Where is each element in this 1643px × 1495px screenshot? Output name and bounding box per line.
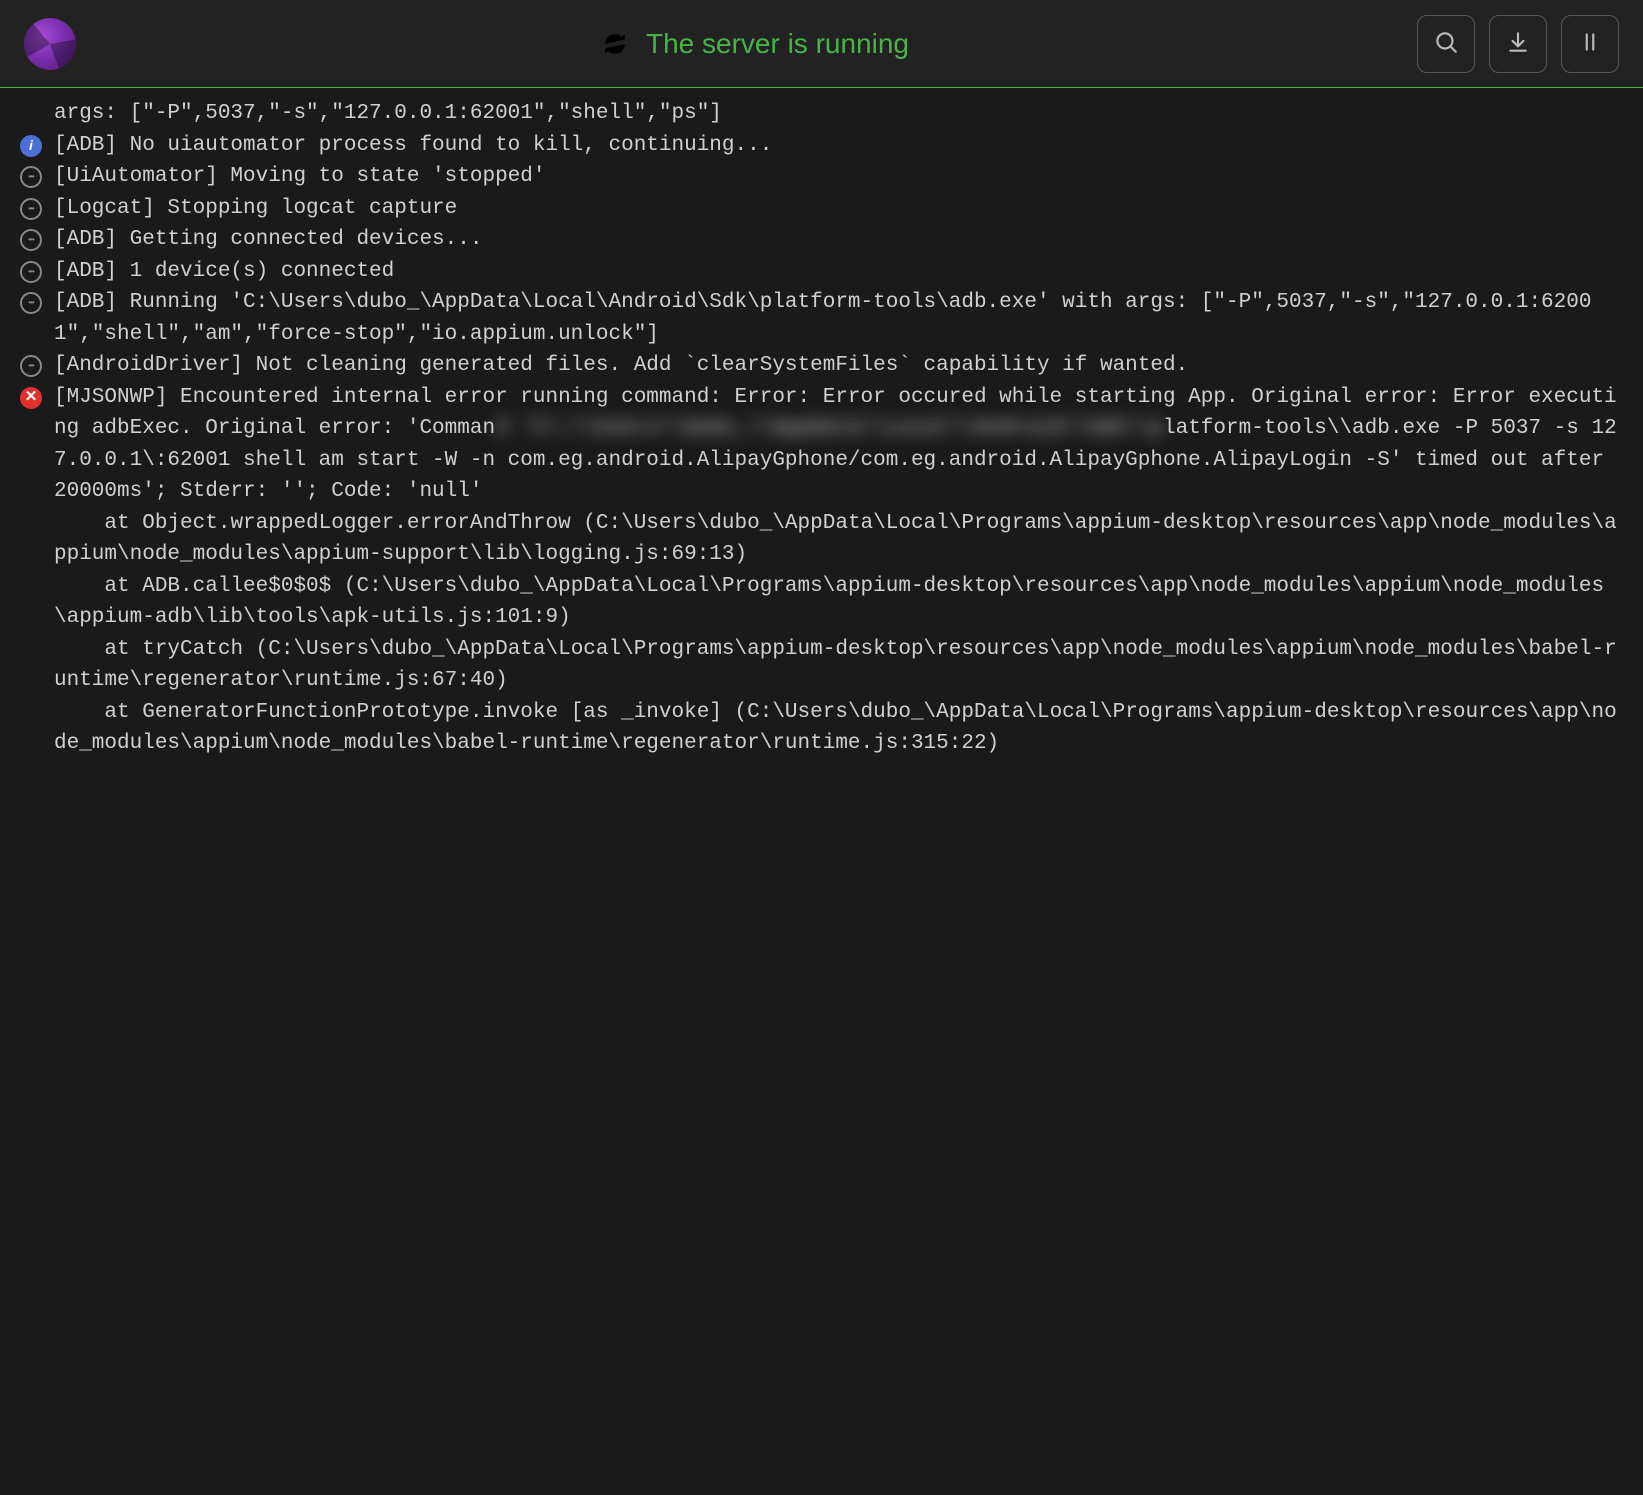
log-line: [Logcat] Stopping logcat capture bbox=[20, 193, 1623, 225]
status-area: The server is running bbox=[94, 23, 1417, 65]
download-icon bbox=[1505, 29, 1531, 58]
log-message: [Logcat] Stopping logcat capture bbox=[54, 193, 1623, 225]
log-line: i [ADB] No uiautomator process found to k… bbox=[20, 130, 1623, 162]
log-panel[interactable]: args: ["-P",5037,"-s","127.0.0.1:62001",… bbox=[0, 88, 1643, 1495]
logo-slot bbox=[24, 18, 94, 70]
none-badge-icon bbox=[20, 103, 42, 125]
log-line: args: ["-P",5037,"-s","127.0.0.1:62001",… bbox=[20, 98, 1623, 130]
log-line: [AndroidDriver] Not cleaning generated f… bbox=[20, 350, 1623, 382]
log-message: [ADB] Running 'C:\Users\dubo_\AppData\Lo… bbox=[54, 287, 1623, 350]
log-line: [UiAutomator] Moving to state 'stopped' bbox=[20, 161, 1623, 193]
debug-badge-icon bbox=[20, 166, 42, 188]
debug-badge-icon bbox=[20, 261, 42, 283]
redacted-text: d 'C\:\\Users\\dubo_\\AppData\\Local\\An… bbox=[495, 417, 1163, 440]
log-message: [AndroidDriver] Not cleaning generated f… bbox=[54, 350, 1623, 382]
app-window: The server is running args: ["-P",5037,"… bbox=[0, 0, 1643, 1495]
header-actions bbox=[1417, 15, 1619, 73]
debug-badge-icon bbox=[20, 198, 42, 220]
log-line: [ADB] Running 'C:\Users\dubo_\AppData\Lo… bbox=[20, 287, 1623, 350]
refresh-icon bbox=[602, 31, 628, 57]
log-message: [ADB] 1 device(s) connected bbox=[54, 256, 1623, 288]
log-message: [UiAutomator] Moving to state 'stopped' bbox=[54, 161, 1623, 193]
header-bar: The server is running bbox=[0, 0, 1643, 88]
server-status-text: The server is running bbox=[646, 23, 909, 65]
debug-badge-icon bbox=[20, 355, 42, 377]
log-message: [ADB] No uiautomator process found to ki… bbox=[54, 130, 1623, 162]
download-button[interactable] bbox=[1489, 15, 1547, 73]
log-line: [ADB] 1 device(s) connected bbox=[20, 256, 1623, 288]
log-message: [ADB] Getting connected devices... bbox=[54, 224, 1623, 256]
appium-logo-icon bbox=[24, 18, 76, 70]
debug-badge-icon bbox=[20, 229, 42, 251]
log-message: [MJSONWP] Encountered internal error run… bbox=[54, 382, 1623, 760]
log-line: [ADB] Getting connected devices... bbox=[20, 224, 1623, 256]
search-button[interactable] bbox=[1417, 15, 1475, 73]
log-line: ✕ [MJSONWP] Encountered internal error ru… bbox=[20, 382, 1623, 760]
search-icon bbox=[1433, 29, 1459, 58]
log-message: args: ["-P",5037,"-s","127.0.0.1:62001",… bbox=[54, 98, 1623, 130]
info-badge-icon: i bbox=[20, 135, 42, 157]
pause-button[interactable] bbox=[1561, 15, 1619, 73]
debug-badge-icon bbox=[20, 292, 42, 314]
pause-icon bbox=[1577, 29, 1603, 58]
error-badge-icon: ✕ bbox=[20, 387, 42, 409]
